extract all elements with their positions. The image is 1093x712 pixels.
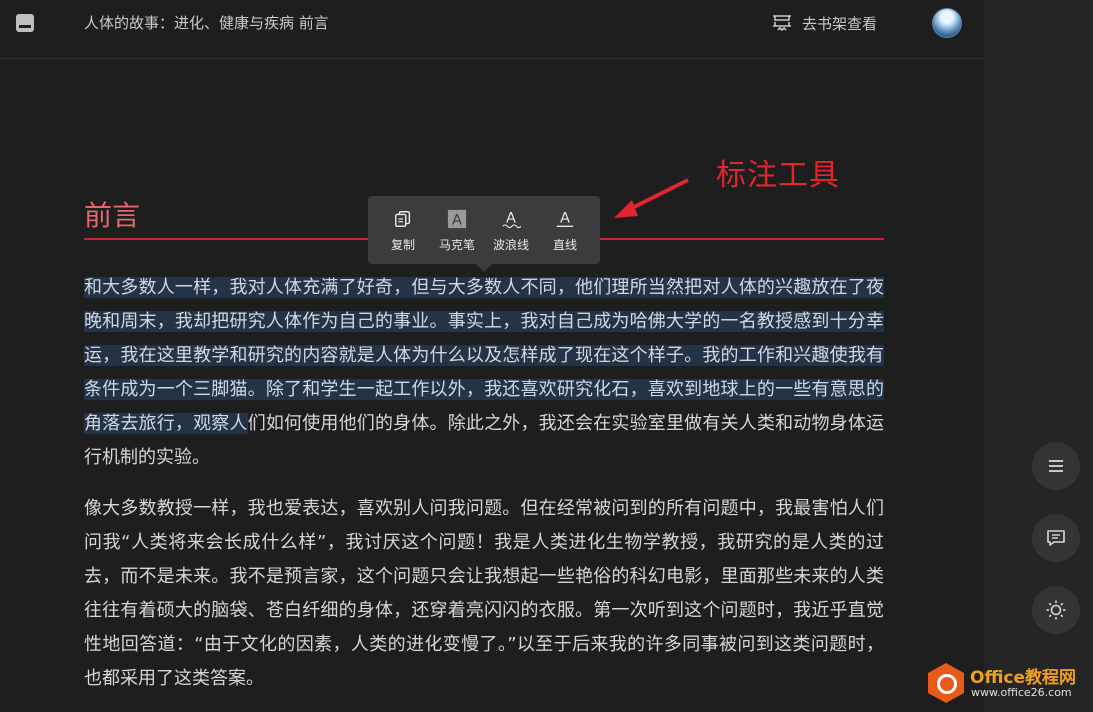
- comment-icon: [1047, 530, 1065, 546]
- straight-line-label: 直线: [552, 237, 577, 252]
- marker-label: 马克笔: [438, 237, 475, 252]
- copy-icon: [392, 208, 414, 230]
- copy-label: 复制: [390, 237, 415, 252]
- marker-icon: A: [446, 208, 468, 230]
- watermark-url: www.office26.com: [971, 686, 1072, 699]
- straight-underline-icon: A: [554, 208, 576, 230]
- wavy-line-button[interactable]: A 波浪线: [484, 208, 538, 253]
- svg-text:A: A: [452, 212, 462, 228]
- brightness-icon: [1046, 600, 1066, 620]
- table-of-contents-button[interactable]: [1032, 442, 1080, 490]
- chapter-title: 前言: [84, 199, 141, 232]
- svg-text:A: A: [560, 210, 570, 226]
- brightness-button[interactable]: [1032, 586, 1080, 634]
- watermark-title: Office教程网: [970, 668, 1077, 688]
- goto-shelf-button[interactable]: 去书架查看: [770, 10, 877, 36]
- notes-button[interactable]: [1032, 514, 1080, 562]
- shelf-icon: [773, 15, 791, 32]
- marker-button[interactable]: A 马克笔: [430, 208, 484, 253]
- svg-text:A: A: [506, 210, 516, 226]
- annotation-toolbar: 复制 A 马克笔 A 波浪线 A 直线: [368, 196, 600, 272]
- menu-icon: [1049, 460, 1063, 472]
- annotation-arrow-icon: [614, 178, 689, 218]
- wavy-underline-icon: A: [500, 208, 522, 230]
- paragraph-1: 和大多数人一样，我对人体充满了好奇，但与大多数人不同，他们理所当然把对人体的兴趣…: [84, 271, 884, 475]
- book-title: 人体的故事：进化、健康与疾病 前言: [84, 14, 329, 32]
- selected-text[interactable]: 和大多数人一样，我对人体充满了好奇，但与大多数人不同，他们理所当然把对人体的兴趣…: [84, 277, 884, 434]
- paragraph-2: 像大多数教授一样，我也爱表达，喜欢别人问我问题。但在经常被问到的所有问题中，我最…: [84, 498, 884, 689]
- straight-line-button[interactable]: A 直线: [538, 208, 592, 253]
- watermark: Office教程网 www.office26.com: [928, 660, 1088, 706]
- wavy-line-label: 波浪线: [492, 237, 529, 252]
- copy-button[interactable]: 复制: [376, 208, 430, 253]
- goto-shelf-label: 去书架查看: [802, 14, 878, 33]
- chapter-content: 和大多数人一样，我对人体充满了好奇，但与大多数人不同，他们理所当然把对人体的兴趣…: [84, 271, 884, 696]
- office-logo-icon: [928, 663, 964, 703]
- avatar[interactable]: [932, 8, 962, 38]
- annotation-tool-callout: 标注工具: [716, 158, 840, 193]
- reader-area: 人体的故事：进化、健康与疾病 前言 去书架查看 前言 标注工具 复制 A 马克笔…: [0, 0, 984, 712]
- bookshelf-icon[interactable]: [15, 13, 35, 33]
- top-bar: 人体的故事：进化、健康与疾病 前言 去书架查看: [0, 0, 984, 59]
